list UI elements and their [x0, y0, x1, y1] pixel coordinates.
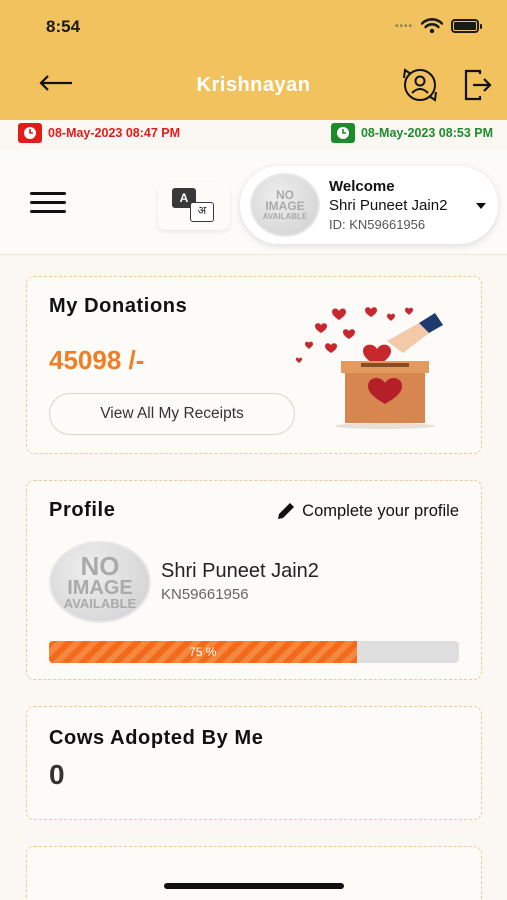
hamburger-line: [30, 201, 66, 204]
profile-progress-bar: 75 %: [49, 641, 459, 663]
battery-icon: [451, 19, 482, 33]
profile-avatar: NO IMAGE AVAILABLE: [49, 541, 151, 623]
profile-title: Profile: [49, 499, 116, 521]
donation-box-illustration: [296, 307, 443, 429]
avatar-placeholder-text: AVAILABLE: [63, 595, 137, 611]
progress-label: 75 %: [189, 645, 217, 659]
menu-button[interactable]: [30, 192, 66, 218]
hamburger-line: [30, 210, 66, 213]
avatar-placeholder-text: AVAILABLE: [262, 211, 308, 221]
welcome-label: Welcome: [329, 178, 395, 195]
next-card: [26, 846, 482, 900]
chevron-down-icon: [476, 203, 486, 209]
timestamp-row: 08-May-2023 08:47 PM 08-May-2023 08:53 P…: [0, 120, 507, 146]
switch-user-icon: [403, 68, 437, 102]
user-name: Shri Puneet Jain2: [329, 197, 448, 214]
avatar: NO IMAGE AVAILABLE: [250, 173, 320, 237]
profile-card: Profile Complete your profile NO IMAGE A…: [26, 480, 482, 680]
pencil-icon: [278, 503, 295, 519]
app-header: 8:54 •••• Krishnayan: [0, 0, 507, 120]
view-receipts-button[interactable]: View All My Receipts: [49, 393, 295, 435]
avatar-placeholder-text: NO: [80, 550, 120, 581]
donations-card: My Donations 45098 /- View All My Receip…: [26, 276, 482, 454]
wifi-icon: [421, 18, 443, 34]
avatar-placeholder-text: IMAGE: [67, 576, 133, 599]
welcome-user-dropdown[interactable]: NO IMAGE AVAILABLE Welcome Shri Puneet J…: [240, 166, 498, 244]
cows-title: Cows Adopted By Me: [49, 727, 264, 749]
logout-icon: [464, 69, 492, 101]
hamburger-line: [30, 192, 66, 195]
donation-amount: 45098 /-: [49, 345, 145, 375]
clock-icon: [330, 123, 355, 143]
complete-profile-link[interactable]: Complete your profile: [276, 501, 459, 521]
start-timestamp-text: 08-May-2023 08:47 PM: [48, 126, 181, 140]
back-arrow-icon: [39, 75, 72, 91]
end-timestamp: 08-May-2023 08:53 PM: [330, 123, 493, 143]
end-timestamp-text: 08-May-2023 08:53 PM: [360, 126, 493, 140]
home-indicator: [164, 883, 344, 889]
user-id: ID: KN59661956: [329, 217, 426, 232]
cows-adopted-card: Cows Adopted By Me 0: [26, 706, 482, 820]
status-time: 8:54: [46, 17, 81, 36]
back-button[interactable]: [36, 68, 76, 98]
complete-profile-text: Complete your profile: [302, 501, 459, 520]
cows-count: 0: [49, 759, 65, 790]
logout-button[interactable]: [462, 68, 494, 102]
donations-title: My Donations: [49, 295, 188, 317]
signal-dots-icon: ••••: [394, 20, 413, 32]
language-hindi-icon: अ: [190, 202, 214, 222]
switch-user-button[interactable]: [400, 66, 440, 104]
profile-name: Shri Puneet Jain2: [161, 560, 319, 582]
language-toggle-button[interactable]: A अ: [158, 182, 230, 230]
status-icons: ••••: [394, 18, 482, 34]
start-timestamp: 08-May-2023 08:47 PM: [18, 123, 180, 143]
profile-id: KN59661956: [161, 586, 249, 603]
avatar-placeholder-text: IMAGE: [265, 199, 305, 214]
user-header: A अ NO IMAGE AVAILABLE Welcome Shri Pune…: [0, 150, 507, 255]
clock-icon: [18, 123, 42, 143]
